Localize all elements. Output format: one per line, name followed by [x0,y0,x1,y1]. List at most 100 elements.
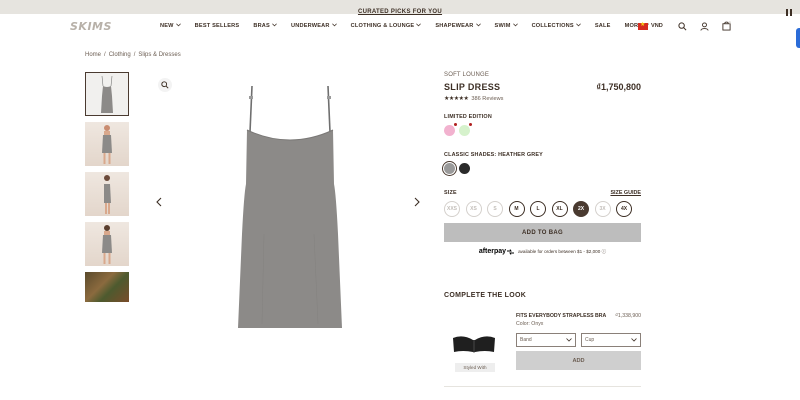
afterpay-info: afterpay available for orders between $1… [444,248,641,255]
size-option-m[interactable]: M [508,201,525,217]
currency-selector[interactable]: VND [651,23,663,29]
size-selector: XXS XS S M L XL 2X 3X 4X [444,201,641,217]
chevron-down-icon [174,23,181,29]
size-label: SIZE [444,190,457,196]
size-option-2x[interactable]: 2X [573,201,589,217]
complete-look-title: COMPLETE THE LOOK [444,292,527,299]
size-option-s[interactable]: S [487,201,503,217]
thumbnail-product-front[interactable] [85,72,129,116]
top-navigation: SKIMS NEW BEST SELLERS BRAS UNDERWEAR CLOTHI… [0,14,800,42]
next-image-arrow[interactable] [412,196,422,208]
nav-item-clothing-lounge[interactable]: CLOTHING & LOUNGE [351,23,422,29]
breadcrumb-current[interactable]: Slips & Dresses [138,52,180,58]
nav-item-label: SHAPEWEAR [435,23,474,29]
chevron-down-icon [511,23,518,29]
chevron-down-icon [474,23,481,29]
chevron-down-icon [414,23,422,29]
new-indicator-dot [469,123,472,126]
add-to-bag-button[interactable]: ADD TO BAG [444,223,641,242]
nav-item-label: COLLECTIONS [531,23,574,29]
review-count[interactable]: 386 Reviews [471,96,503,102]
pause-icon[interactable] [786,3,794,16]
product-info: SOFT LOUNGE SLIP DRESS ₫1,750,800 ★★★★★ … [444,72,641,255]
nav-utilities: VND [638,20,743,32]
nav-item-label: SWIM [494,23,511,29]
chevron-down-icon [566,338,572,342]
brand-logo[interactable]: SKIMS [70,20,112,33]
breadcrumb-clothing[interactable]: Clothing [109,52,131,58]
size-option-xs[interactable]: XS [465,201,482,217]
recommended-item-image[interactable] [448,326,500,362]
zoom-icon[interactable] [158,78,172,92]
nav-item-new[interactable]: NEW [160,23,181,29]
recommended-item-name[interactable]: FITS EVERYBODY STRAPLESS BRA [516,313,606,319]
complete-the-look: COMPLETE THE LOOK Styled With FITS EVERY… [444,292,641,372]
recommended-add-button[interactable]: ADD [516,351,641,370]
thumbnail-model-back[interactable] [85,222,129,266]
nav-item-collections[interactable]: COLLECTIONS [532,23,581,29]
nav-item-label: BEST SELLERS [194,23,240,29]
nav-item-label: NEW [160,23,174,29]
classic-shades-label: CLASSIC SHADES: HEATHER GREY [444,152,543,158]
afterpay-text[interactable]: available for orders between $1 - $2,000… [518,249,606,255]
breadcrumb-home[interactable]: Home [85,52,101,58]
thumbnail-model-front[interactable] [85,122,129,166]
rating-row[interactable]: ★★★★★ 386 Reviews [444,95,641,103]
cup-select[interactable]: Cup [581,333,641,347]
nav-item-shapewear[interactable]: SHAPEWEAR [435,23,481,29]
section-divider [444,386,641,387]
limited-edition-label: LIMITED EDITION [444,114,492,120]
nav-item-bras[interactable]: BRAS [253,23,277,29]
slip-dress-illustration [238,85,342,328]
cup-select-value: Cup [585,337,595,343]
size-option-3x[interactable]: 3X [594,201,611,217]
thumbnail-model-side[interactable] [85,172,129,216]
styled-with-badge: Styled With [455,363,495,372]
chat-widget-tab[interactable] [796,28,800,48]
band-select-value: Band [520,337,532,343]
nav-item-best-sellers[interactable]: BEST SELLERS [195,23,240,29]
nav-item-sale[interactable]: SALE [595,23,611,29]
thumbnail-lifestyle[interactable] [85,272,129,302]
classic-swatch-1[interactable] [444,163,455,174]
rating-stars-icon: ★★★★★ [444,96,469,102]
nav-item-label: BRAS [253,23,270,29]
limited-swatches [444,123,641,136]
nav-links: NEW BEST SELLERS BRAS UNDERWEAR CLOTHING & L… [160,23,663,29]
size-option-l[interactable]: L [530,201,546,217]
band-select[interactable]: Band [516,333,576,347]
limited-swatch-1[interactable] [444,123,457,136]
chevron-down-icon [631,338,637,342]
recommended-item-price: ₫1,338,900 [615,313,641,319]
bag-icon[interactable] [721,20,733,32]
previous-image-arrow[interactable] [154,196,164,208]
chevron-down-icon [330,23,337,29]
nav-item-underwear[interactable]: UNDERWEAR [291,23,337,29]
account-icon[interactable] [699,20,711,32]
nav-item-label: UNDERWEAR [290,23,330,29]
recommended-item-color: Color: Onyx [516,321,544,327]
nav-item-label: SALE [594,23,611,29]
limited-swatch-2[interactable] [459,123,472,136]
thumbnail-gallery [85,72,129,308]
afterpay-arrows-icon [507,248,515,255]
recommended-item-info: FITS EVERYBODY STRAPLESS BRA ₫1,338,900 … [516,313,641,370]
size-option-4x[interactable]: 4X [616,201,632,217]
main-product-image[interactable] [150,72,430,337]
size-option-xl[interactable]: XL [551,201,568,217]
nav-item-swim[interactable]: SWIM [495,23,518,29]
size-option-xxs[interactable]: XXS [444,201,460,217]
promo-bar: CURATED PICKS FOR YOU [0,0,800,16]
product-price: ₫1,750,800 [596,82,641,92]
vietnam-flag-icon[interactable] [638,21,648,30]
nav-item-label: CLOTHING & LOUNGE [350,23,415,29]
size-guide-link[interactable]: SIZE GUIDE [610,190,641,196]
chevron-down-icon [270,23,277,29]
collection-label: SOFT LOUNGE [444,72,490,78]
classic-swatches [444,163,641,174]
new-indicator-dot [454,123,457,126]
classic-swatch-2[interactable] [459,163,470,174]
chevron-down-icon [574,23,581,29]
search-icon[interactable] [677,20,689,32]
afterpay-logo: afterpay [478,248,507,255]
